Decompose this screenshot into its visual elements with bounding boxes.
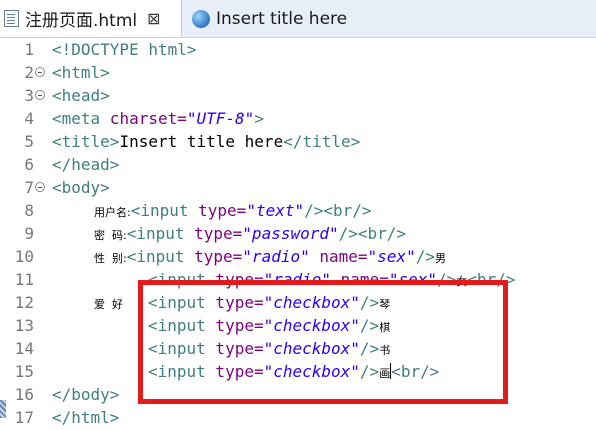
- code-line: 8 用户名:<input type="text"/><br/>: [0, 199, 596, 222]
- tab-browser-preview[interactable]: Insert title here: [190, 0, 370, 37]
- tab-label: 注册页面.html: [25, 11, 138, 31]
- editor-tab-bar: 注册页面.html ⊠ Insert title here: [0, 0, 596, 38]
- line-number: 16: [14, 385, 34, 404]
- code-line: 6 </head>: [0, 153, 596, 176]
- code-line: 17 </html>: [0, 406, 596, 429]
- fold-toggle-icon[interactable]: [35, 90, 45, 100]
- code-line: 10 性 别:<input type="radio" name="sex"/>男: [0, 245, 596, 268]
- highlight-box: [138, 280, 508, 404]
- line-number: 4: [24, 109, 34, 128]
- close-tab-icon[interactable]: ⊠: [147, 9, 160, 28]
- line-number: 1: [24, 40, 34, 59]
- line-number: 7: [24, 178, 34, 197]
- line-number: 9: [24, 224, 34, 243]
- line-number: 2: [24, 63, 34, 82]
- line-number: 8: [24, 201, 34, 220]
- fold-toggle-icon[interactable]: [35, 67, 45, 77]
- code-line: 5 <title>Insert title here</title>: [0, 130, 596, 153]
- line-number: 11: [14, 270, 34, 289]
- code-line: 2 <html>: [0, 61, 596, 84]
- tab-register-page[interactable]: 注册页面.html ⊠: [0, 0, 182, 37]
- line-number: 6: [24, 155, 34, 174]
- line-number: 13: [14, 316, 34, 335]
- line-number: 10: [14, 247, 34, 266]
- html-file-icon: [4, 10, 19, 27]
- line-number: 17: [14, 408, 34, 427]
- line-number: 12: [14, 293, 34, 312]
- line-number: 3: [24, 86, 34, 105]
- line-number: 5: [24, 132, 34, 151]
- code-line: 4 <meta charset="UTF-8">: [0, 107, 596, 130]
- line-number: 14: [14, 339, 34, 358]
- line-number: 15: [14, 362, 34, 381]
- code-line: 9 密 码:<input type="password"/><br/>: [0, 222, 596, 245]
- code-line: 7 <body>: [0, 176, 596, 199]
- tab-label: Insert title here: [216, 8, 348, 29]
- globe-icon: [192, 9, 210, 28]
- code-line: 1 <!DOCTYPE html>: [0, 38, 596, 61]
- code-line: 3 <head>: [0, 84, 596, 107]
- fold-toggle-icon[interactable]: [35, 182, 45, 192]
